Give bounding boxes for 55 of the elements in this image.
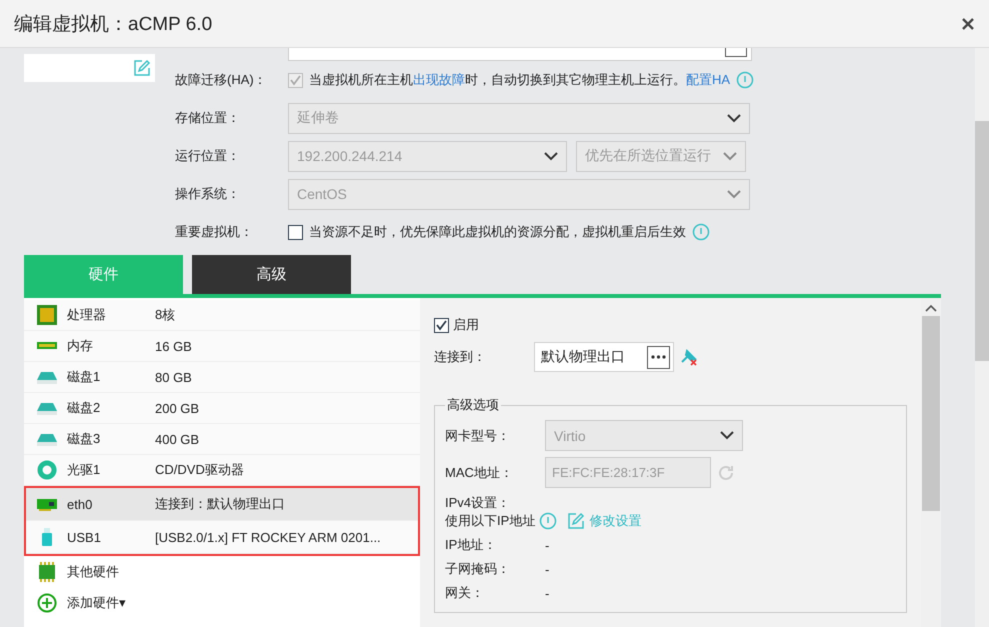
chevron-down-icon bbox=[727, 190, 741, 198]
group-title: 高级选项 bbox=[446, 396, 500, 414]
text-field[interactable] bbox=[288, 48, 752, 61]
ha-description: 当虚拟机所在主机出现故障时，自动切换到其它物理主机上运行。配置HA bbox=[309, 71, 730, 89]
scrollbar[interactable] bbox=[975, 48, 989, 627]
edit-icon[interactable] bbox=[567, 512, 586, 530]
checkbox[interactable] bbox=[434, 318, 449, 332]
info-icon[interactable] bbox=[736, 71, 754, 89]
chevron-down-icon bbox=[727, 114, 741, 122]
field-label: IP地址： bbox=[445, 536, 498, 554]
hardware-list-item[interactable]: 磁盘2 200 GB bbox=[24, 393, 420, 424]
circuit-board-icon bbox=[37, 562, 57, 582]
field-label: 子网掩码： bbox=[445, 560, 511, 578]
field-label: 重要虚拟机： bbox=[175, 223, 254, 241]
checkbox-label: 启用 bbox=[453, 316, 479, 334]
hardware-list-item[interactable]: eth0 连接到：默认物理出口 bbox=[26, 488, 418, 521]
hardware-list-item[interactable]: 磁盘1 80 GB bbox=[24, 362, 420, 393]
disc-icon bbox=[37, 460, 57, 480]
chevron-down-icon bbox=[544, 152, 558, 160]
field-label: 运行位置： bbox=[175, 147, 241, 165]
field-label: 存储位置： bbox=[175, 109, 241, 127]
scrollbar[interactable] bbox=[921, 298, 941, 627]
field-value: - bbox=[545, 538, 550, 552]
info-icon[interactable] bbox=[692, 223, 710, 241]
field-value: - bbox=[545, 562, 550, 576]
more-icon[interactable] bbox=[647, 346, 670, 368]
field-label: 网关： bbox=[445, 584, 485, 602]
hardware-list-item[interactable]: 内存 16 GB bbox=[24, 331, 420, 362]
checkbox-label: 当资源不足时，优先保障此虚拟机的资源分配，虚拟机重启后生效 bbox=[309, 223, 686, 241]
chip-icon bbox=[37, 305, 57, 325]
chevron-down-icon bbox=[723, 152, 737, 160]
scroll-up-icon[interactable] bbox=[925, 304, 937, 312]
disconnect-icon[interactable] bbox=[680, 348, 698, 366]
info-icon[interactable] bbox=[539, 512, 558, 530]
chevron-down-icon bbox=[720, 431, 734, 440]
ipv4-mode: 使用以下IP地址 bbox=[445, 512, 536, 530]
window-title: 编辑虚拟机：aCMP 6.0 bbox=[14, 12, 212, 36]
name-field[interactable] bbox=[24, 54, 155, 82]
hardware-list-item[interactable]: 光驱1 CD/DVD驱动器 bbox=[24, 455, 420, 486]
field-value: - bbox=[545, 586, 550, 600]
add-icon bbox=[37, 592, 57, 612]
field-label: IPv4设置： bbox=[445, 494, 512, 512]
hardware-list-item[interactable]: 磁盘3 400 GB bbox=[24, 424, 420, 455]
field-label: 故障迁移(HA)： bbox=[175, 71, 268, 89]
field-label: 操作系统： bbox=[175, 185, 241, 203]
edit-icon[interactable] bbox=[133, 59, 151, 77]
checkbox[interactable] bbox=[288, 224, 303, 240]
close-icon[interactable] bbox=[961, 16, 975, 30]
connect-field[interactable]: 默认物理出口 bbox=[534, 342, 674, 372]
field-label: MAC地址： bbox=[445, 464, 514, 482]
field-label: 连接到： bbox=[434, 348, 487, 366]
hardware-list-item[interactable]: 处理器 8核 bbox=[24, 300, 420, 331]
hardware-list-item[interactable]: USB1 [USB2.0/1.x] FT ROCKEY ARM 0201... bbox=[26, 521, 418, 554]
tab[interactable]: 高级 bbox=[192, 255, 351, 294]
field-label: 网卡型号： bbox=[445, 426, 511, 444]
